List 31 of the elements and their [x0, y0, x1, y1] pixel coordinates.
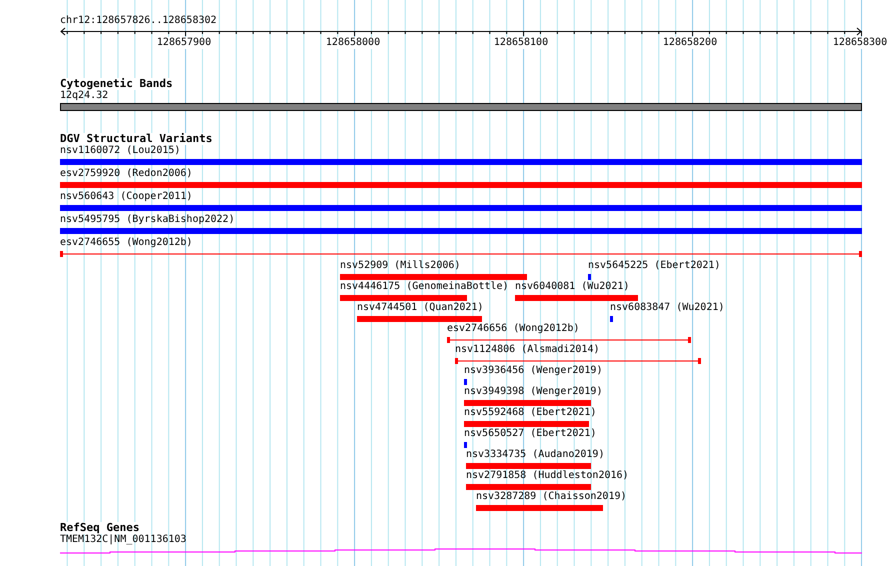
- variant-label: esv2759920 (Redon2006): [60, 168, 192, 180]
- variant-label: nsv3334735 (Audano2019): [466, 449, 604, 461]
- tick-label: 128658300: [832, 37, 888, 49]
- tick-label: 128658200: [662, 37, 718, 49]
- variant-label: nsv4446175 (GenomeinaBottle): [340, 281, 509, 293]
- tick-label: 128658000: [326, 37, 380, 49]
- variant-label: nsv4744501 (Quan2021): [357, 302, 484, 314]
- ruler-title: chr12:128657826..128658302: [60, 15, 217, 27]
- variant-label: nsv3949398 (Wenger2019): [464, 386, 602, 398]
- variant-label: nsv5495795 (ByrskaBishop2022): [60, 214, 235, 226]
- band-label: 12q24.32: [60, 90, 108, 102]
- variant-label: nsv560643 (Cooper2011): [60, 191, 192, 203]
- variant-label: nsv3287289 (Chaisson2019): [476, 491, 627, 503]
- variant-label: nsv1124806 (Alsmadi2014): [455, 344, 600, 356]
- variant-label: esv2746656 (Wong2012b): [447, 323, 580, 335]
- variant-label: nsv6040081 (Wu2021): [515, 281, 630, 293]
- variant-label: esv2746655 (Wong2012b): [60, 237, 192, 249]
- variant-label: nsv52909 (Mills2006): [340, 260, 460, 272]
- variant-label: nsv5592468 (Ebert2021): [464, 407, 596, 419]
- tick-label: 128658100: [494, 37, 548, 49]
- variant-label: nsv5645225 (Ebert2021): [588, 260, 720, 272]
- tick-label: 128657900: [156, 37, 212, 49]
- track-title: RefSeq Genes: [60, 522, 140, 534]
- track-title: DGV Structural Variants: [60, 133, 212, 145]
- track-title: Cytogenetic Bands: [60, 78, 173, 90]
- variant-label: nsv2791858 (Huddleston2016): [466, 470, 629, 482]
- variant-label: nsv5650527 (Ebert2021): [464, 428, 596, 440]
- gene-label: TMEM132C|NM_001136103: [60, 534, 186, 546]
- variant-label: nsv6083847 (Wu2021): [610, 302, 724, 314]
- variant-label: nsv3936456 (Wenger2019): [464, 365, 602, 377]
- variant-label: nsv1160072 (Lou2015): [60, 145, 180, 157]
